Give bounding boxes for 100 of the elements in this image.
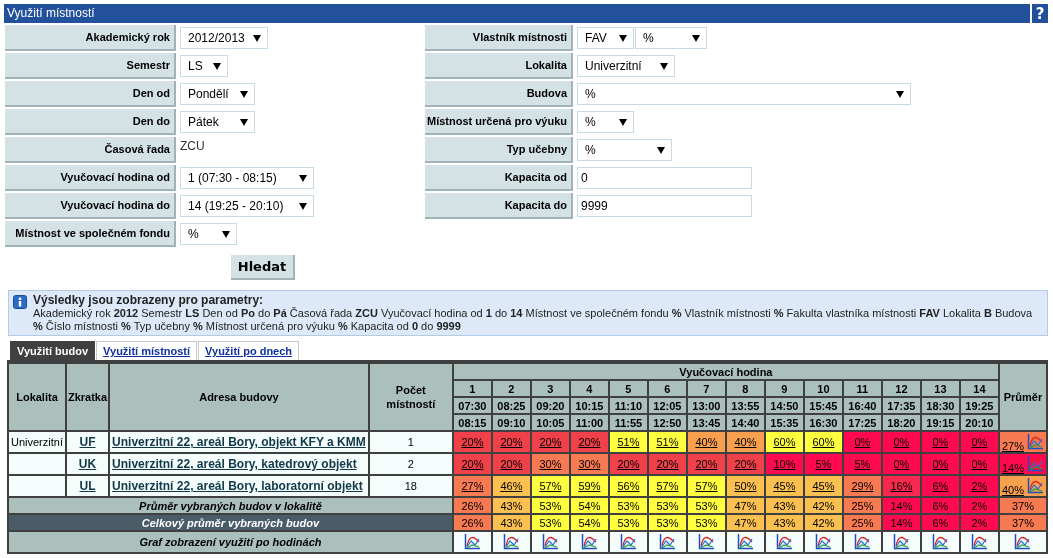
chart-icon[interactable] bbox=[1027, 476, 1044, 494]
utilization-cell[interactable]: 0% bbox=[960, 454, 998, 474]
utilization-cell[interactable]: 10% bbox=[765, 454, 803, 474]
window-title: Využití místností bbox=[6, 5, 96, 22]
dropdown[interactable]: % bbox=[577, 111, 634, 133]
utilization-cell[interactable]: 27% bbox=[453, 476, 491, 496]
field-label: Den od bbox=[5, 81, 176, 107]
utilization-cell[interactable]: 50% bbox=[726, 476, 764, 496]
utilization-cell[interactable]: 45% bbox=[765, 476, 803, 496]
utilization-cell[interactable]: 20% bbox=[570, 432, 608, 452]
utilization-cell[interactable]: 6% bbox=[921, 476, 959, 496]
utilization-cell[interactable]: 60% bbox=[804, 432, 842, 452]
chart-icon[interactable] bbox=[814, 532, 832, 550]
average-link[interactable]: 14% bbox=[1001, 461, 1024, 474]
utilization-cell[interactable]: 57% bbox=[648, 476, 686, 496]
utilization-cell[interactable]: 60% bbox=[765, 432, 803, 452]
caret-icon bbox=[660, 62, 668, 70]
dropdown[interactable]: Univerzitní bbox=[577, 55, 675, 77]
utilization-cell[interactable]: 0% bbox=[882, 454, 920, 474]
utilization-cell[interactable]: 59% bbox=[570, 476, 608, 496]
chart-icon[interactable] bbox=[541, 532, 559, 550]
utilization-cell[interactable]: 0% bbox=[882, 432, 920, 452]
chart-icon[interactable] bbox=[775, 532, 793, 550]
chart-icon[interactable] bbox=[970, 532, 988, 550]
chart-icon[interactable] bbox=[931, 532, 949, 550]
chart-icon[interactable] bbox=[619, 532, 637, 550]
dropdown[interactable]: 2012/2013 bbox=[180, 27, 268, 49]
dropdown[interactable]: 1 (07:30 - 08:15) bbox=[180, 167, 314, 189]
dropdown[interactable]: % bbox=[635, 27, 707, 49]
utilization-cell[interactable]: 56% bbox=[609, 476, 647, 496]
graph-row-label: Graf zobrazení využití po hodinách bbox=[9, 532, 452, 552]
utilization-cell[interactable]: 40% bbox=[687, 432, 725, 452]
utilization-cell[interactable]: 29% bbox=[843, 476, 881, 496]
utilization-cell: 53% bbox=[531, 498, 569, 513]
utilization-cell[interactable]: 40% bbox=[726, 432, 764, 452]
text-field[interactable]: 0 bbox=[577, 167, 752, 189]
hour-end: 19:15 bbox=[921, 415, 959, 430]
hour-number: 13 bbox=[921, 381, 959, 396]
utilization-cell[interactable]: 20% bbox=[531, 432, 569, 452]
utilization-cell[interactable]: 20% bbox=[453, 432, 491, 452]
utilization-cell[interactable]: 46% bbox=[492, 476, 530, 496]
dropdown[interactable]: FAV bbox=[577, 27, 634, 49]
utilization-cell[interactable]: 2% bbox=[960, 476, 998, 496]
hour-start: 10:15 bbox=[570, 398, 608, 413]
utilization-cell: 53% bbox=[648, 515, 686, 530]
dropdown[interactable]: Pátek bbox=[180, 111, 255, 133]
caret-icon bbox=[240, 90, 248, 98]
utilization-cell[interactable]: 20% bbox=[609, 454, 647, 474]
dropdown[interactable]: % bbox=[180, 223, 237, 245]
utilization-cell[interactable]: 20% bbox=[453, 454, 491, 474]
utilization-cell[interactable]: 20% bbox=[492, 454, 530, 474]
chart-icon[interactable] bbox=[697, 532, 715, 550]
hour-number: 14 bbox=[960, 381, 998, 396]
utilization-cell[interactable]: 5% bbox=[804, 454, 842, 474]
chart-icon[interactable] bbox=[658, 532, 676, 550]
utilization-cell[interactable]: 0% bbox=[921, 454, 959, 474]
chart-icon[interactable] bbox=[1014, 532, 1032, 550]
utilization-cell[interactable]: 0% bbox=[960, 432, 998, 452]
utilization-cell[interactable]: 16% bbox=[882, 476, 920, 496]
average-link[interactable]: 40% bbox=[1001, 483, 1024, 496]
chart-icon[interactable] bbox=[892, 532, 910, 550]
chart-icon[interactable] bbox=[502, 532, 520, 550]
utilization-cell[interactable]: 30% bbox=[570, 454, 608, 474]
field-label: Typ učebny bbox=[425, 137, 573, 163]
tab[interactable]: Využití po dnech bbox=[198, 341, 300, 360]
utilization-cell: 53% bbox=[609, 515, 647, 530]
utilization-cell[interactable]: 57% bbox=[531, 476, 569, 496]
utilization-cell[interactable]: 30% bbox=[531, 454, 569, 474]
chart-icon[interactable] bbox=[580, 532, 598, 550]
dropdown[interactable]: % bbox=[577, 83, 911, 105]
hour-end: 14:40 bbox=[726, 415, 764, 430]
tab[interactable]: Využití místností bbox=[96, 341, 198, 360]
utilization-cell[interactable]: 20% bbox=[726, 454, 764, 474]
utilization-cell[interactable]: 20% bbox=[687, 454, 725, 474]
utilization-cell[interactable]: 0% bbox=[843, 432, 881, 452]
utilization-cell: 47% bbox=[726, 515, 764, 530]
field-label: Vyučovací hodina do bbox=[5, 193, 176, 219]
dropdown[interactable]: LS bbox=[180, 55, 228, 77]
field-label: Časová řada bbox=[5, 137, 176, 163]
utilization-cell[interactable]: 51% bbox=[648, 432, 686, 452]
utilization-cell[interactable]: 45% bbox=[804, 476, 842, 496]
average-link[interactable]: 27% bbox=[1001, 439, 1024, 452]
dropdown[interactable]: Pondělí bbox=[180, 83, 255, 105]
utilization-cell[interactable]: 57% bbox=[687, 476, 725, 496]
text-field[interactable]: 9999 bbox=[577, 195, 752, 217]
utilization-cell[interactable]: 20% bbox=[492, 432, 530, 452]
dropdown[interactable]: 14 (19:25 - 20:10) bbox=[180, 195, 314, 217]
search-button[interactable]: Hledat bbox=[231, 255, 295, 280]
dropdown[interactable]: % bbox=[577, 139, 672, 161]
utilization-cell[interactable]: 51% bbox=[609, 432, 647, 452]
chart-icon[interactable] bbox=[463, 532, 481, 550]
utilization-cell[interactable]: 5% bbox=[843, 454, 881, 474]
column-header: Adresa budovy bbox=[110, 364, 368, 430]
hour-end: 13:45 bbox=[687, 415, 725, 430]
utilization-cell[interactable]: 0% bbox=[921, 432, 959, 452]
tab[interactable]: Využití budov bbox=[10, 341, 96, 360]
chart-icon[interactable] bbox=[853, 532, 871, 550]
utilization-cell: 2% bbox=[960, 498, 998, 513]
utilization-cell[interactable]: 20% bbox=[648, 454, 686, 474]
chart-icon[interactable] bbox=[736, 532, 754, 550]
